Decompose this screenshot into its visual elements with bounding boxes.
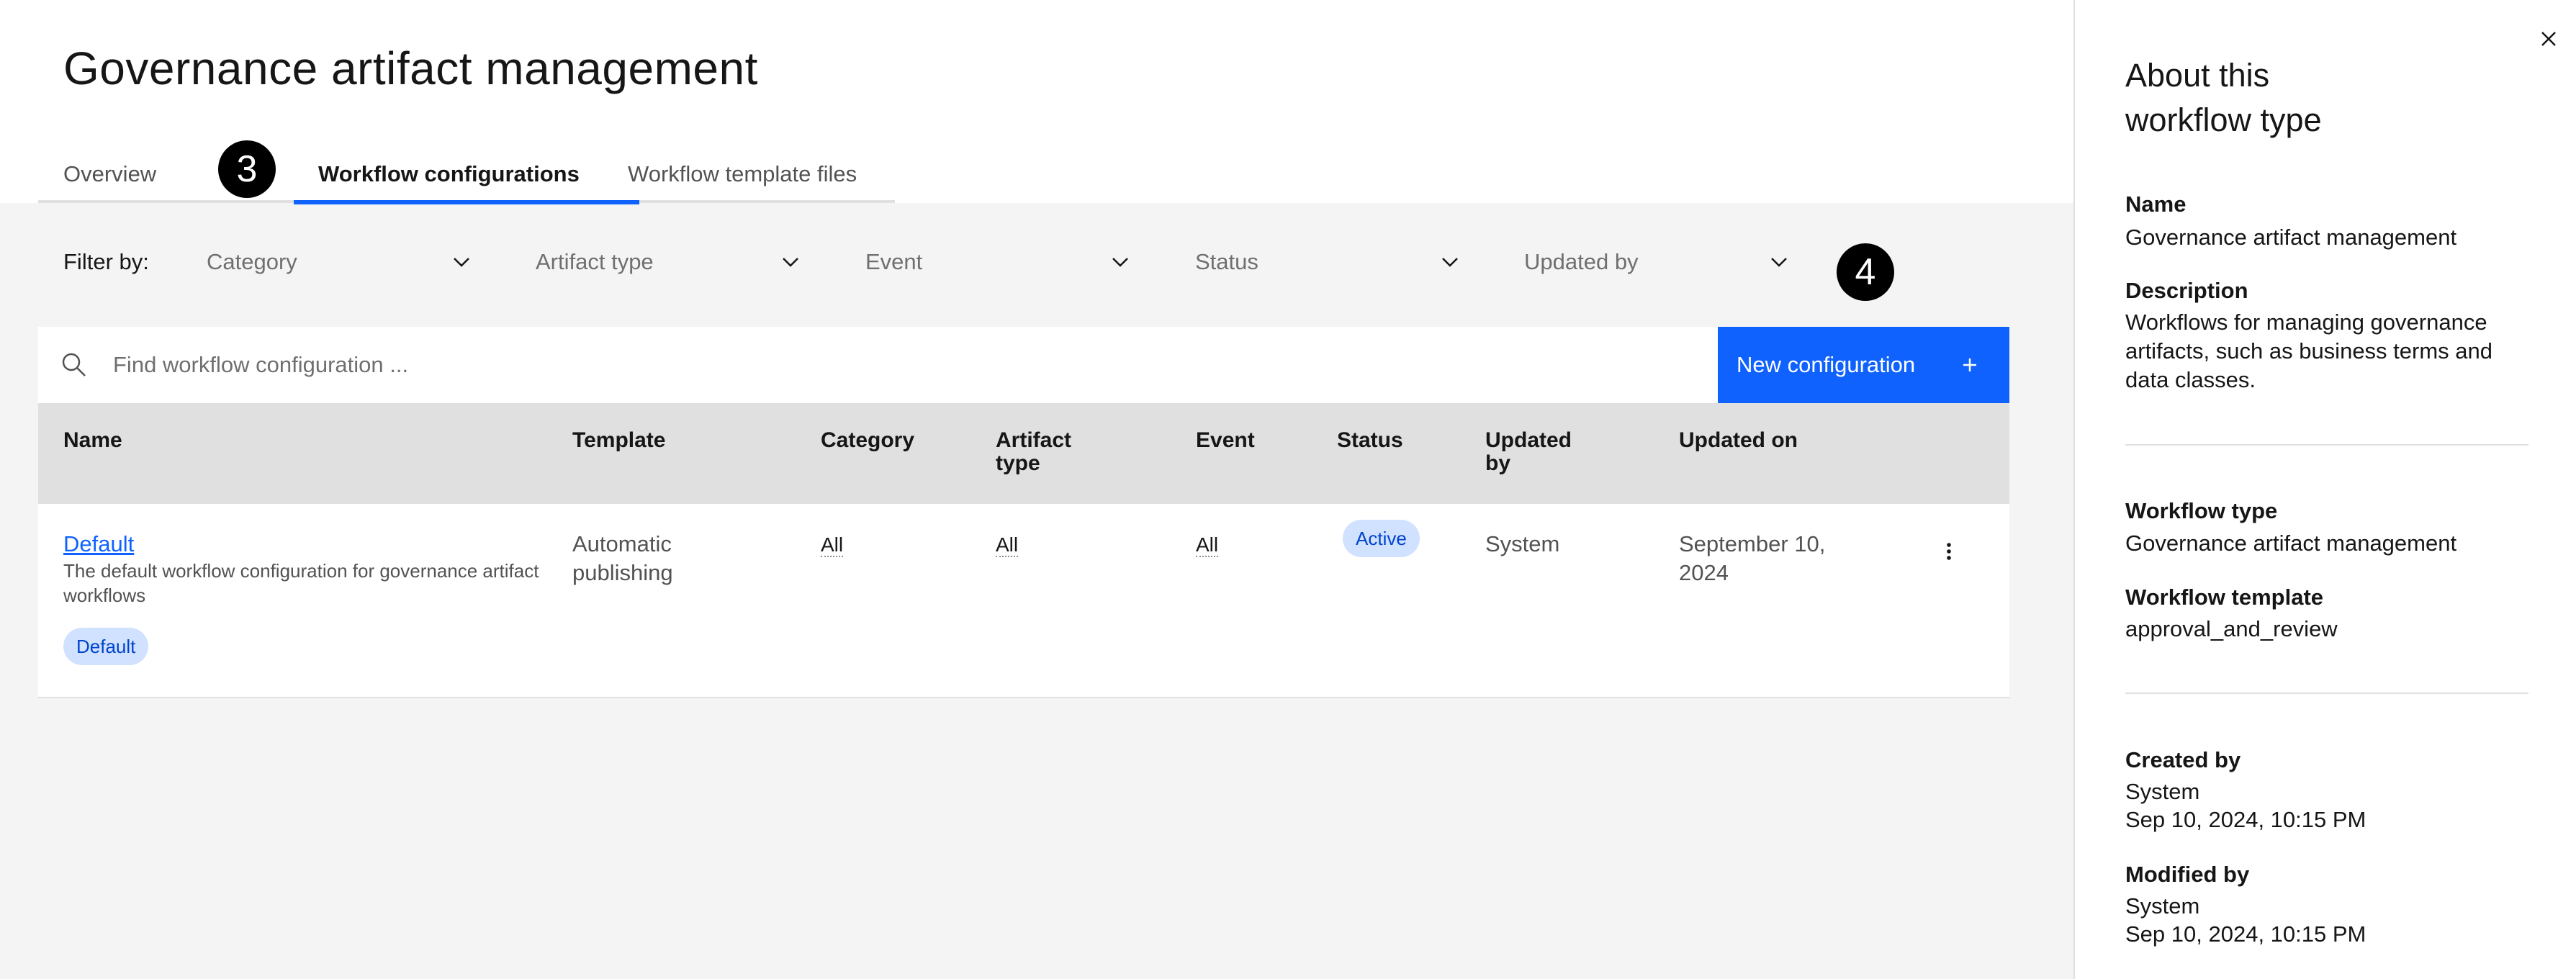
new-configuration-button[interactable]: New configuration: [1718, 327, 2009, 403]
divider: [2125, 444, 2528, 446]
filter-label: Filter by:: [63, 249, 149, 274]
filter-category-label: Category: [207, 249, 297, 274]
column-header-template[interactable]: Template: [572, 429, 665, 452]
created-by-label: Created by: [2125, 747, 2241, 772]
workflow-template-label: Workflow template: [2125, 585, 2324, 610]
tab-workflow-configurations[interactable]: Workflow configurations: [318, 148, 580, 203]
column-header-name[interactable]: Name: [63, 429, 122, 452]
chevron-down-icon: [1771, 258, 1787, 267]
chevron-down-icon: [454, 258, 469, 267]
table-row: Default The default workflow configurati…: [38, 504, 2009, 698]
column-header-updated-by[interactable]: Updated by: [1485, 429, 1572, 475]
callout-badge: 3: [218, 140, 276, 198]
column-header-status[interactable]: Status: [1337, 429, 1403, 452]
close-icon[interactable]: [2534, 24, 2563, 53]
side-panel-title: About this workflow type: [2125, 57, 2322, 138]
workflow-type-value: Governance artifact management: [2125, 531, 2457, 556]
filter-updated-by-label: Updated by: [1524, 249, 1639, 274]
filter-artifact-type-label: Artifact type: [536, 249, 654, 274]
created-by-user: System: [2125, 779, 2200, 804]
tab-list: Overview Workflow configurations Workflo…: [38, 148, 895, 204]
add-icon: [1963, 358, 1976, 371]
updated-by-cell: System: [1485, 531, 1560, 556]
description-label: Description: [2125, 278, 2248, 303]
created-by-date: Sep 10, 2024, 10:15 PM: [2125, 807, 2366, 832]
event-cell[interactable]: All: [1196, 534, 1219, 557]
divider: [2125, 692, 2528, 694]
modified-by-date: Sep 10, 2024, 10:15 PM: [2125, 921, 2366, 947]
artifact-type-cell[interactable]: All: [996, 534, 1019, 557]
updated-on-cell: September 10, 2024: [1679, 531, 1826, 585]
filter-status-dropdown[interactable]: Status: [1195, 245, 1462, 279]
column-header-artifact-type[interactable]: Artifact type: [996, 429, 1071, 475]
status-badge: Active: [1343, 520, 1420, 557]
chevron-down-icon: [783, 258, 798, 267]
tab-overview[interactable]: Overview: [63, 148, 156, 203]
new-configuration-label: New configuration: [1737, 352, 1916, 377]
active-tab-indicator: [294, 200, 639, 204]
tab-workflow-template-files[interactable]: Workflow template files: [628, 148, 857, 203]
side-panel: About this workflow type Name Governance…: [2073, 0, 2576, 979]
filter-event-label: Event: [865, 249, 923, 274]
filter-status-label: Status: [1195, 249, 1258, 274]
modified-by-user: System: [2125, 893, 2200, 919]
filter-category-dropdown[interactable]: Category: [207, 245, 473, 279]
workflow-type-label: Workflow type: [2125, 498, 2278, 523]
chevron-down-icon: [1112, 258, 1128, 267]
workflow-template-value: approval_and_review: [2125, 616, 2338, 641]
default-tag: Default: [63, 628, 149, 665]
configuration-description: The default workflow configuration for g…: [63, 560, 539, 606]
column-header-event[interactable]: Event: [1196, 429, 1255, 452]
template-cell: Automatic publishing: [572, 531, 673, 585]
chevron-down-icon: [1442, 258, 1458, 267]
modified-by-label: Modified by: [2125, 862, 2250, 887]
filter-artifact-type-dropdown[interactable]: Artifact type: [536, 245, 802, 279]
name-label: Name: [2125, 191, 2187, 217]
search-bar: [38, 327, 2007, 403]
filter-event-dropdown[interactable]: Event: [865, 245, 1132, 279]
main-content: Governance artifact management Overview …: [0, 0, 2073, 979]
search-input[interactable]: [113, 344, 1719, 386]
column-header-updated-on[interactable]: Updated on: [1679, 429, 1798, 452]
column-header-category[interactable]: Category: [821, 429, 914, 452]
page-title: Governance artifact management: [63, 42, 758, 94]
page-header: Governance artifact management Overview …: [0, 0, 2073, 204]
search-icon: [62, 353, 86, 376]
name-value: Governance artifact management: [2125, 225, 2457, 250]
category-cell[interactable]: All: [821, 534, 844, 557]
configuration-name-link[interactable]: Default: [63, 530, 134, 559]
overflow-menu-icon[interactable]: [1933, 536, 1965, 567]
description-value: Workflows for managing governance artifa…: [2125, 310, 2493, 392]
callout-badge: 4: [1837, 243, 1894, 301]
table-header: Name Template Category Artifact type Eve…: [38, 403, 2009, 504]
filter-updated-by-dropdown[interactable]: Updated by: [1524, 245, 1791, 279]
